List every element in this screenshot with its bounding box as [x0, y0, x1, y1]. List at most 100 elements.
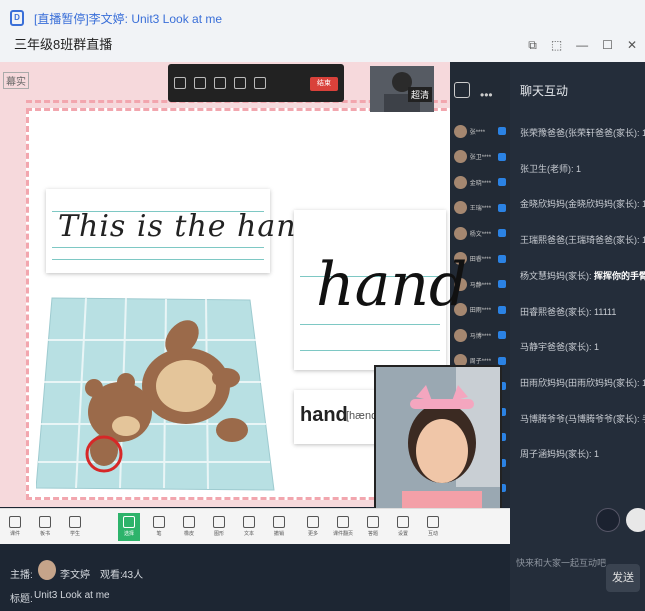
tool-icon [307, 516, 319, 528]
tool-button[interactable]: 笔 [148, 513, 170, 541]
chat-text: 挥挥你的手臂 [594, 270, 645, 281]
mic-icon[interactable] [174, 77, 186, 89]
chat-text: 1 [594, 449, 600, 460]
title-label: 标题: [10, 594, 33, 605]
mic-status-icon[interactable] [498, 178, 506, 186]
big-word: hand [316, 250, 468, 320]
record-icon[interactable] [234, 77, 246, 89]
chat-user: 张卫生(老师): [520, 163, 574, 174]
maximize-icon[interactable]: ☐ [602, 38, 613, 53]
more-icon[interactable]: ••• [480, 88, 493, 102]
tool-button[interactable]: 板书 [34, 513, 56, 541]
tool-button[interactable]: 橡皮 [178, 513, 200, 541]
pron-word: hand [300, 404, 348, 426]
tool-button[interactable]: 课件翻页 [332, 513, 354, 541]
quality-label[interactable]: 超清 [407, 87, 432, 102]
student-name: 田睿**** [469, 257, 492, 263]
tool-label: 橡皮 [183, 531, 194, 537]
tool-button[interactable]: 互动 [422, 513, 444, 541]
settings-icon[interactable] [254, 77, 266, 89]
tool-label: 板书 [39, 531, 50, 537]
student-item[interactable]: 张卫**** [454, 146, 506, 168]
stack-icon[interactable] [454, 82, 470, 98]
tool-label: 设置 [397, 531, 408, 537]
bear-illustration [36, 297, 275, 491]
bottom-bar: 主播: 李文婷 观看: 43人 标题: Unit3 Look at me [0, 544, 510, 611]
tool-button[interactable]: 设置 [392, 513, 414, 541]
mic-status-icon[interactable] [498, 127, 506, 135]
tool-label: 更多 [307, 531, 318, 537]
chat-user: 张荣豫爸爸(张荣轩爸爸(家长): [520, 128, 640, 138]
link-icon[interactable] [596, 508, 620, 532]
host-label: 主播: [10, 570, 33, 581]
chat-message: 马博腾爷爷(马博腾爷爷(家长): 手 [520, 412, 645, 425]
teacher-camera[interactable]: 超清 [370, 66, 434, 112]
tool-button[interactable]: 答题 [362, 513, 384, 541]
student-name: 马博**** [469, 333, 492, 340]
tool-label: 选择 [123, 531, 134, 537]
tool-icon [337, 516, 349, 528]
chat-user: 杨文慧妈妈(家长): [520, 270, 592, 281]
mic-status-icon[interactable] [498, 152, 506, 161]
mic-status-icon[interactable] [498, 331, 506, 339]
screen-icon[interactable] [214, 77, 226, 89]
close-icon[interactable]: ✕ [627, 38, 637, 53]
chat-message: 周子涵妈妈(家长): 1 [520, 447, 599, 460]
tool-icon [183, 516, 195, 528]
student-camera[interactable] [374, 365, 502, 527]
chat-message: 金晓欣妈妈(金晓欣妈妈(家长): 1 [520, 197, 645, 210]
send-button[interactable]: 发送 [606, 564, 640, 592]
group-title: 三年级8班群直播 [14, 37, 113, 52]
chat-message: 马静宇爸爸(家长): 1 [520, 340, 599, 353]
guide-line [52, 247, 264, 248]
tool-icon [273, 516, 285, 528]
tool-button[interactable]: 选择 [118, 512, 140, 541]
word-card: hand [294, 210, 467, 370]
share-icon[interactable]: ⧉ [528, 38, 537, 53]
chat-message: 王瑞熙爸爸(王瑞琦爸爸(家长): 1 [520, 233, 645, 246]
student-name: 马静**** [469, 282, 492, 289]
student-item[interactable]: 马博**** [454, 324, 506, 346]
mic-status-icon[interactable] [498, 203, 506, 212]
tool-button[interactable]: 学生 [64, 513, 86, 541]
title-bar: D [直播暂停]李文婷: Unit3 Look at me [0, 0, 645, 36]
mic-status-icon[interactable] [498, 254, 506, 263]
tool-icon [9, 516, 21, 528]
zoom-label[interactable]: 幕实 [3, 72, 29, 89]
tool-label: 文本 [243, 531, 254, 537]
student-name: 田雨**** [469, 308, 492, 314]
student-avatar [454, 328, 467, 342]
chat-user: 马博腾爷爷(马博腾爷爷(家长): [520, 413, 640, 424]
student-item[interactable]: 金晓**** [454, 171, 506, 193]
host-name: 李文婷 [60, 570, 90, 581]
tool-icon [69, 516, 81, 528]
tool-button[interactable]: 文本 [238, 513, 260, 541]
viewers-label: 观看: [100, 570, 123, 581]
tool-button[interactable]: 课件 [4, 513, 26, 541]
float-icon[interactable]: ⬚ [551, 38, 562, 53]
student-name: 周子**** [469, 359, 492, 365]
mic-status-icon[interactable] [498, 280, 506, 288]
window-controls: ⧉ ⬚ — ☐ ✕ [528, 38, 637, 53]
mic-status-icon[interactable] [498, 356, 506, 365]
student-avatar [454, 201, 467, 214]
student-name: 张卫**** [469, 155, 492, 161]
tool-button[interactable]: 更多 [302, 513, 324, 541]
chat-message: 田睿熙爸爸(家长): 11111 [520, 305, 616, 318]
floating-control-bar: 结束 [168, 64, 344, 102]
student-item[interactable]: 杨文**** [454, 222, 506, 244]
tool-button[interactable]: 撤销 [268, 513, 290, 541]
end-button[interactable]: 结束 [310, 77, 338, 91]
minimize-icon[interactable]: — [576, 38, 588, 53]
like-icon[interactable] [626, 508, 645, 532]
student-item[interactable]: 王瑞**** [454, 197, 506, 219]
chat-input[interactable]: 快来和大家一起互动吧 [516, 556, 606, 569]
chat-title: 聊天互动 [520, 84, 569, 98]
student-item[interactable]: 张**** [454, 120, 506, 142]
camera-icon[interactable] [194, 77, 206, 89]
mic-status-icon[interactable] [498, 229, 506, 237]
mic-status-icon[interactable] [498, 305, 506, 314]
tool-button[interactable]: 图形 [208, 513, 230, 541]
chat-user: 王瑞熙爸爸(王瑞琦爸爸(家长): [520, 235, 640, 246]
chat-panel: 聊天互动 张荣豫爸爸(张荣轩爸爸(家长): 111张卫生(老师): 1金晓欣妈妈… [510, 62, 645, 611]
